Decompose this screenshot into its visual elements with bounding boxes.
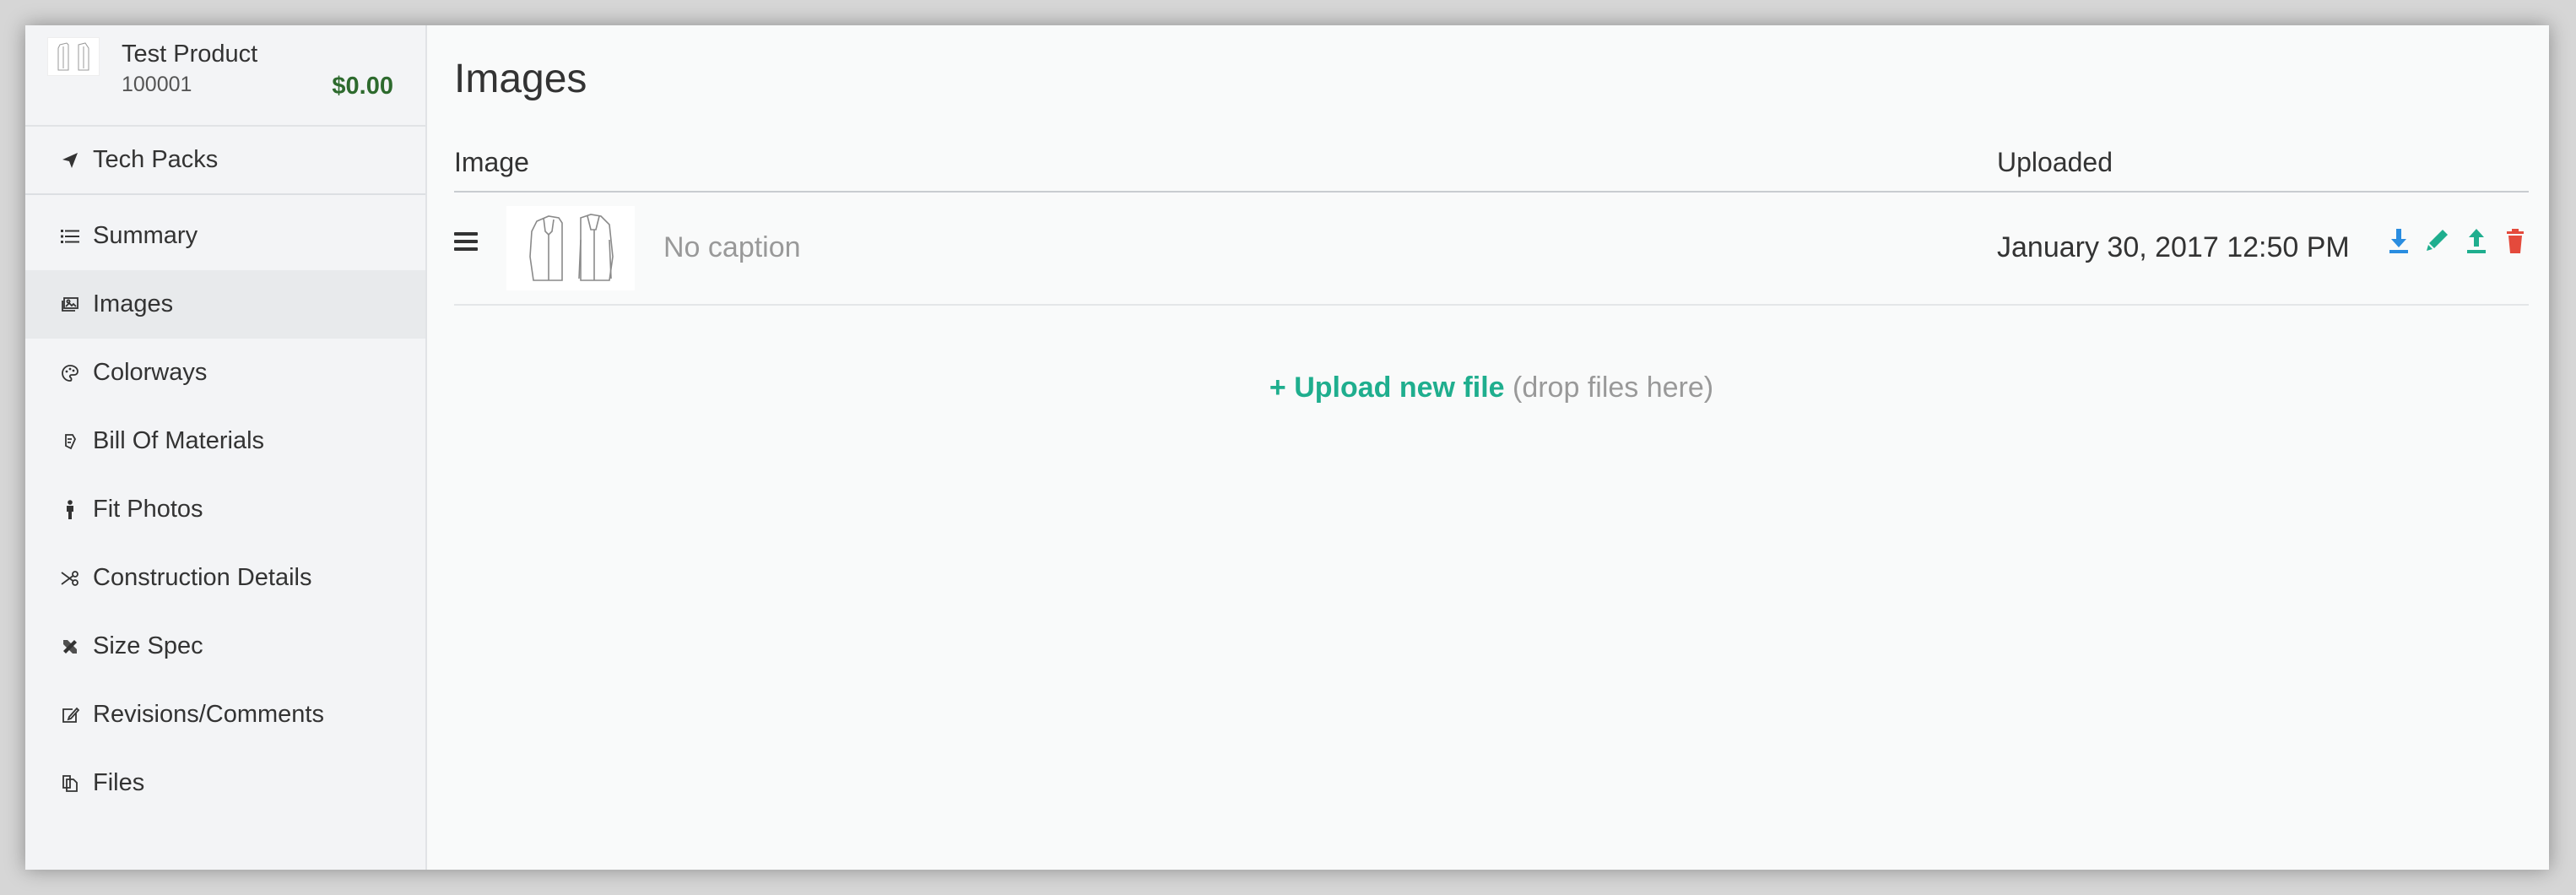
column-header-uploaded: Uploaded [1997, 147, 2113, 177]
product-price: $0.00 [332, 73, 393, 100]
product-sku: 100001 [122, 73, 192, 96]
person-icon [57, 497, 83, 523]
main-content: Images Image Uploaded No caption January… [427, 25, 2549, 870]
uploaded-timestamp: January 30, 2017 12:50 PM [1997, 231, 2350, 263]
sidebar-item-colorways[interactable]: Colorways [25, 339, 425, 407]
nav-label: Summary [93, 222, 198, 249]
table-header: Image Uploaded [454, 138, 2529, 193]
row-actions [2385, 226, 2529, 257]
sidebar-item-summary[interactable]: Summary [25, 202, 425, 270]
image-thumbnail[interactable] [506, 206, 635, 290]
scissors-icon [57, 566, 83, 591]
download-icon[interactable] [2385, 226, 2412, 257]
nav-tech-packs[interactable]: Tech Packs [25, 127, 425, 195]
drag-handle-icon[interactable] [454, 228, 478, 253]
image-caption[interactable]: No caption [663, 231, 801, 264]
upload-icon[interactable] [2463, 226, 2490, 257]
edit-icon [57, 702, 83, 728]
ruler-pencil-icon [57, 634, 83, 659]
sidebar-item-revisions-comments[interactable]: Revisions/Comments [25, 681, 425, 749]
plus-icon: + [1269, 372, 1286, 404]
list-icon [57, 224, 83, 249]
trash-icon[interactable] [2502, 226, 2529, 257]
nav-label: Size Spec [93, 632, 203, 659]
drop-hint: (drop files here) [1513, 372, 1714, 404]
nav-label: Files [93, 769, 145, 796]
nav-label: Bill Of Materials [93, 427, 265, 454]
upload-link-label: Upload new file [1294, 372, 1505, 404]
palette-icon [57, 361, 83, 386]
pencil-icon[interactable] [2424, 226, 2451, 257]
column-header-image: Image [454, 147, 529, 177]
paper-plane-icon [57, 148, 83, 173]
nav-label: Images [93, 290, 174, 317]
materials-icon [57, 429, 83, 454]
product-name: Test Product [122, 41, 258, 68]
sidebar-item-files[interactable]: Files [25, 749, 425, 817]
nav-label: Tech Packs [93, 146, 219, 173]
nav-label: Fit Photos [93, 496, 203, 523]
sidebar-item-fit-photos[interactable]: Fit Photos [25, 475, 425, 544]
sidebar-nav: Summary Images Colorways Bill Of Materia… [25, 195, 425, 817]
nav-label: Construction Details [93, 564, 312, 591]
page-title: Images [454, 57, 587, 101]
nav-label: Revisions/Comments [93, 701, 324, 728]
table-row: No caption January 30, 2017 12:50 PM [454, 193, 2529, 306]
nav-label: Colorways [93, 359, 208, 386]
sidebar-item-size-spec[interactable]: Size Spec [25, 612, 425, 681]
files-icon [57, 771, 83, 796]
upload-new-file-link[interactable]: + Upload new file [1269, 372, 1505, 404]
product-header[interactable]: Test Product 100001 $0.00 [25, 25, 425, 127]
sidebar: Test Product 100001 $0.00 Tech Packs Sum… [25, 25, 427, 870]
sidebar-item-bill-of-materials[interactable]: Bill Of Materials [25, 407, 425, 475]
upload-dropzone[interactable]: + Upload new file (drop files here) [454, 372, 2529, 422]
image-icon [57, 292, 83, 317]
sidebar-item-construction-details[interactable]: Construction Details [25, 544, 425, 612]
sidebar-item-images[interactable]: Images [25, 270, 425, 339]
app-window: Test Product 100001 $0.00 Tech Packs Sum… [25, 25, 2549, 870]
product-thumbnail [47, 37, 100, 76]
